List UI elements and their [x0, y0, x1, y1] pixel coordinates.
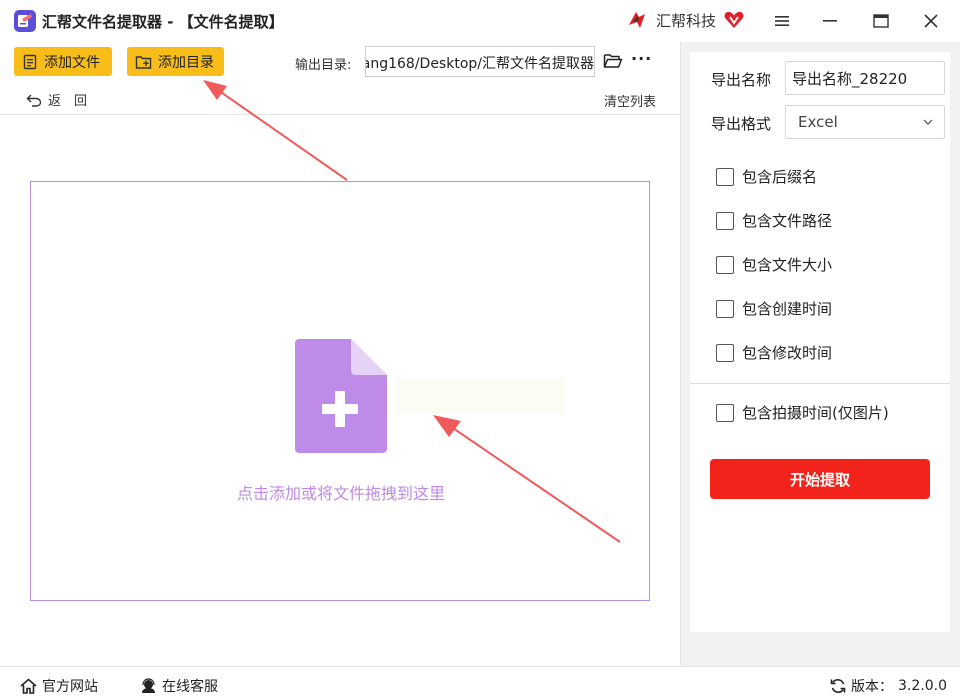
home-icon [20, 678, 37, 694]
add-directory-button[interactable]: 添加目录 [127, 47, 224, 76]
checkbox[interactable] [716, 403, 734, 422]
drop-hint-text: 点击添加或将文件拖拽到这里 [236, 484, 445, 503]
add-file-label: 添加文件 [44, 54, 100, 71]
vip-heart-icon[interactable] [724, 11, 744, 29]
add-file-icon[interactable] [295, 339, 387, 453]
checkbox[interactable] [716, 255, 734, 274]
clear-list-button[interactable]: 清空列表 [604, 91, 656, 110]
official-website-link[interactable]: 官方网站 [20, 676, 98, 696]
support-agent-icon [142, 678, 155, 693]
version-value: 3.2.0.0 [898, 678, 947, 694]
output-dir-label: 输出目录: [295, 58, 352, 73]
export-format-label: 导出格式 [711, 115, 772, 133]
version-info[interactable]: 版本： 3.2.0.0 [830, 676, 947, 696]
open-folder-icon[interactable] [603, 52, 623, 70]
add-file-button[interactable]: 添加文件 [14, 47, 112, 76]
online-support-label: 在线客服 [162, 679, 218, 695]
brand[interactable]: 汇帮科技 [626, 9, 744, 31]
option-label: 包含拍摄时间(仅图片) [742, 404, 889, 422]
start-extract-button[interactable]: 开始提取 [710, 459, 930, 499]
drop-zone[interactable]: 点击添加或将文件拖拽到这里 [30, 181, 650, 601]
back-button[interactable]: 返 回 [26, 90, 87, 109]
option-label: 包含创建时间 [742, 300, 833, 318]
option-shot-time[interactable]: 包含拍摄时间(仅图片) [716, 402, 889, 423]
refresh-icon [830, 679, 846, 693]
checkbox[interactable] [716, 167, 734, 186]
export-name-input[interactable]: 导出名称_28220 [785, 61, 945, 95]
export-format-value: Excel [798, 113, 838, 131]
option-created-time[interactable]: 包含创建时间 [716, 298, 832, 319]
option-path[interactable]: 包含文件路径 [716, 210, 832, 231]
folder-add-icon [135, 55, 152, 69]
more-options-button[interactable]: ··· [631, 51, 651, 70]
option-suffix[interactable]: 包含后缀名 [716, 166, 817, 187]
menu-icon[interactable] [769, 8, 795, 34]
add-directory-label: 添加目录 [158, 54, 214, 71]
settings-divider [690, 383, 950, 384]
option-modified-time[interactable]: 包含修改时间 [716, 342, 832, 363]
tooltip-ghost [397, 378, 565, 414]
export-name-label: 导出名称 [711, 71, 772, 89]
option-label: 包含修改时间 [742, 344, 833, 362]
status-bar: 官方网站 在线客服 版本： 3.2.0.0 [0, 666, 960, 700]
maximize-icon[interactable] [868, 8, 894, 34]
option-label: 包含文件大小 [742, 256, 833, 274]
window-title: 汇帮文件名提取器 - 【文件名提取】 [42, 13, 284, 31]
title-bar: 汇帮文件名提取器 - 【文件名提取】 汇帮科技 [0, 0, 960, 42]
version-label: 版本： [851, 679, 893, 695]
toolbar-divider [0, 114, 680, 115]
file-list-icon [23, 54, 37, 69]
app-logo-icon [14, 10, 36, 32]
output-dir-value: ang168/Desktop/汇帮文件名提取器 [365, 56, 594, 72]
online-support-link[interactable]: 在线客服 [140, 676, 218, 696]
export-format-select[interactable]: Excel [785, 105, 945, 139]
file-list-area: 添加文件 添加目录 输出目录: ang168/Desktop/汇帮文件名提取器 … [0, 42, 680, 666]
brand-name: 汇帮科技 [656, 11, 717, 30]
annotation-arrow-icon [203, 80, 348, 181]
official-website-label: 官方网站 [42, 679, 98, 695]
option-label: 包含后缀名 [742, 168, 818, 186]
output-dir-field[interactable]: ang168/Desktop/汇帮文件名提取器 [365, 46, 595, 77]
back-arrow-icon [26, 94, 42, 107]
minimize-icon[interactable] [817, 8, 843, 34]
checkbox[interactable] [716, 343, 734, 362]
chevron-down-icon [923, 119, 933, 125]
back-label: 返 回 [48, 94, 88, 109]
brand-logo-icon [629, 12, 645, 28]
checkbox[interactable] [716, 299, 734, 318]
option-label: 包含文件路径 [742, 212, 833, 230]
close-icon[interactable] [918, 8, 944, 34]
option-size[interactable]: 包含文件大小 [716, 254, 832, 275]
checkbox[interactable] [716, 211, 734, 230]
